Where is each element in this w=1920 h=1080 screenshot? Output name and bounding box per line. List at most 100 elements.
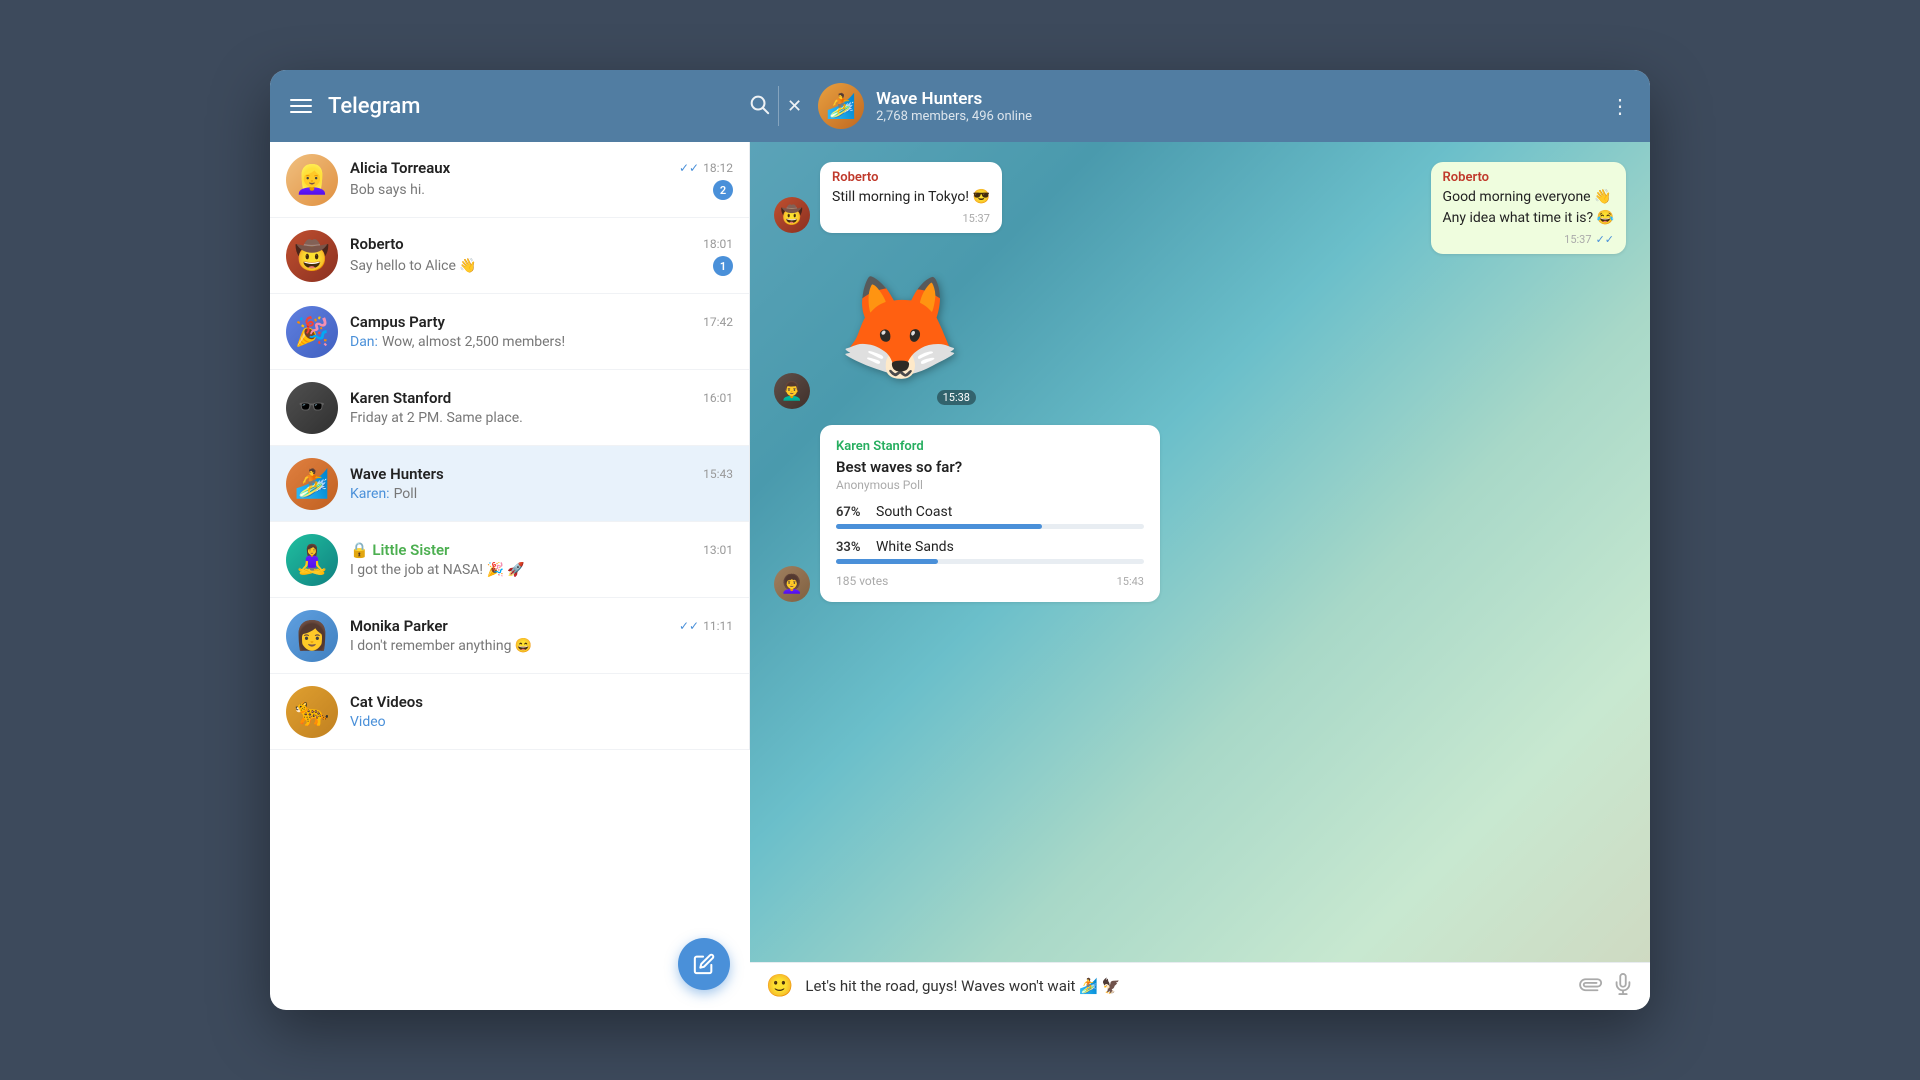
avatar-sister: 🧘‍♀️	[286, 534, 338, 586]
check-icon-alicia: ✓✓	[679, 161, 699, 175]
poll-option-2: 33% White Sands	[836, 539, 1144, 564]
chat-item-cat[interactable]: 🐆 Cat Videos Video	[270, 674, 749, 750]
chat-item-monika[interactable]: 👩 Monika Parker ✓✓ 11:11 I don't remembe…	[270, 598, 749, 674]
chat-item-sister[interactable]: 🧘‍♀️ 🔒 Little Sister 13:01 I got the job…	[270, 522, 749, 598]
more-options-icon[interactable]: ⋮	[1610, 94, 1630, 118]
chat-preview-campus: Dan: Wow, almost 2,500 members!	[350, 334, 565, 350]
chat-item-campus[interactable]: 🎉 Campus Party 17:42 Dan: Wow, almost 2,…	[270, 294, 749, 370]
chat-name-campus: Campus Party	[350, 313, 445, 331]
chat-time-sister: 13:01	[703, 543, 733, 557]
avatar-campus: 🎉	[286, 306, 338, 358]
poll-type: Anonymous Poll	[836, 478, 1144, 492]
chat-preview-cat: Video	[350, 714, 733, 730]
outgoing-checks: ✓✓	[1596, 233, 1614, 246]
avatar-karen: 🕶️	[286, 382, 338, 434]
msg-sender-1: Roberto	[832, 170, 990, 185]
chat-name-wave: Wave Hunters	[350, 465, 444, 483]
compose-button[interactable]	[678, 938, 730, 990]
outgoing-message-overlay: Roberto Good morning everyone 👋Any idea …	[1431, 162, 1626, 254]
red-panda-emoji: 🦊	[838, 279, 963, 379]
outgoing-bubble: Roberto Good morning everyone 👋Any idea …	[1431, 162, 1626, 254]
header-left: Telegram	[290, 93, 770, 120]
poll-bar-1	[836, 524, 1042, 529]
msg-avatar-sticker: 👨‍🦱	[774, 373, 810, 409]
chat-name-monika: Monika Parker	[350, 617, 448, 635]
chat-time-karen: 16:01	[703, 391, 733, 405]
chat-preview-karen: Friday at 2 PM. Same place.	[350, 410, 733, 426]
avatar-roberto: 🤠	[286, 230, 338, 282]
poll-label-1: South Coast	[876, 504, 952, 520]
app-header: Telegram ✕ 🏄 Wave Hunters 2,768 members,…	[270, 70, 1650, 142]
poll-label-2: White Sands	[876, 539, 954, 555]
outgoing-sender: Roberto	[1443, 170, 1614, 185]
chat-item-alicia[interactable]: 👱‍♀️ Alicia Torreaux ✓✓ 18:12 Bob says h…	[270, 142, 749, 218]
chat-header: 🏄 Wave Hunters 2,768 members, 496 online	[818, 83, 1610, 129]
chat-preview-monika: I don't remember anything 😄	[350, 638, 733, 654]
chat-content-monika: Monika Parker ✓✓ 11:11 I don't remember …	[350, 617, 733, 654]
poll-votes: 185 votes	[836, 574, 888, 588]
poll-pct-1: 67%	[836, 505, 868, 520]
badge-roberto: 1	[713, 256, 733, 276]
msg-avatar-karen: 👩‍🦱	[774, 566, 810, 602]
poll-sender: Karen Stanford	[836, 439, 1144, 454]
menu-icon[interactable]	[290, 99, 312, 113]
chat-item-wave[interactable]: 🏄 Wave Hunters 15:43 Karen: Poll	[270, 446, 749, 522]
avatar-monika: 👩	[286, 610, 338, 662]
chat-item-karen[interactable]: 🕶️ Karen Stanford 16:01 Friday at 2 PM. …	[270, 370, 749, 446]
chat-name-sister: 🔒 Little Sister	[350, 541, 449, 559]
sticker-time: 15:38	[937, 390, 976, 405]
chat-name-roberto: Roberto	[350, 235, 404, 253]
outgoing-text: Good morning everyone 👋Any idea what tim…	[1443, 187, 1614, 229]
chat-item-roberto[interactable]: 🤠 Roberto 18:01 Say hello to Alice 👋 1	[270, 218, 749, 294]
emoji-button[interactable]: 🙂	[766, 974, 793, 999]
chat-content-sister: 🔒 Little Sister 13:01 I got the job at N…	[350, 541, 733, 578]
message-input[interactable]: Let's hit the road, guys! Waves won't wa…	[805, 976, 1566, 997]
sticker-container: 🦊 15:38	[820, 249, 980, 409]
msg-time-1: 15:37	[963, 212, 990, 225]
chat-time-alicia: 18:12	[703, 161, 733, 175]
app-window: Telegram ✕ 🏄 Wave Hunters 2,768 members,…	[270, 70, 1650, 1010]
chat-time-roberto: 18:01	[703, 237, 733, 251]
outgoing-time: 15:37	[1564, 233, 1591, 246]
header-divider	[778, 86, 779, 126]
messages-list: 🤠 Roberto Still morning in Tokyo! 😎 15:3…	[750, 142, 1650, 962]
poll-bubble: Karen Stanford Best waves so far? Anonym…	[820, 425, 1160, 602]
chat-content-campus: Campus Party 17:42 Dan: Wow, almost 2,50…	[350, 313, 733, 350]
chat-time-monika: 11:11	[703, 619, 733, 633]
chat-area: Roberto Good morning everyone 👋Any idea …	[750, 142, 1650, 1010]
avatar-wave: 🏄	[286, 458, 338, 510]
poll-title: Best waves so far?	[836, 458, 1144, 476]
poll-option-1: 67% South Coast	[836, 504, 1144, 529]
close-icon[interactable]: ✕	[787, 96, 802, 117]
chat-header-name: Wave Hunters	[876, 89, 1610, 109]
chat-name-alicia: Alicia Torreaux	[350, 159, 450, 177]
message-bubble-1: Roberto Still morning in Tokyo! 😎 15:37	[820, 162, 1002, 233]
msg-avatar-roberto-1: 🤠	[774, 197, 810, 233]
chat-preview-wave: Karen: Poll	[350, 486, 733, 502]
app-title: Telegram	[328, 94, 732, 119]
chat-content-alicia: Alicia Torreaux ✓✓ 18:12 Bob says hi. 2	[350, 159, 733, 200]
chat-content-karen: Karen Stanford 16:01 Friday at 2 PM. Sam…	[350, 389, 733, 426]
chat-preview-alicia: Bob says hi.	[350, 182, 425, 198]
chat-input-bar: 🙂 Let's hit the road, guys! Waves won't …	[750, 962, 1650, 1010]
chat-preview-roberto: Say hello to Alice 👋	[350, 258, 477, 274]
chat-time-campus: 17:42	[703, 315, 733, 329]
attach-button[interactable]	[1572, 969, 1607, 1004]
poll-pct-2: 33%	[836, 540, 868, 555]
check-icon-monika: ✓✓	[679, 619, 699, 633]
chat-header-avatar: 🏄	[818, 83, 864, 129]
main-area: 👱‍♀️ Alicia Torreaux ✓✓ 18:12 Bob says h…	[270, 142, 1650, 1010]
message-row-poll: 👩‍🦱 Karen Stanford Best waves so far? An…	[774, 425, 1626, 602]
chat-list: 👱‍♀️ Alicia Torreaux ✓✓ 18:12 Bob says h…	[270, 142, 750, 750]
avatar-alicia: 👱‍♀️	[286, 154, 338, 206]
chat-name-karen: Karen Stanford	[350, 389, 451, 407]
chat-content-roberto: Roberto 18:01 Say hello to Alice 👋 1	[350, 235, 733, 276]
mic-button[interactable]	[1612, 973, 1634, 1000]
search-icon[interactable]	[748, 93, 770, 120]
sidebar: 👱‍♀️ Alicia Torreaux ✓✓ 18:12 Bob says h…	[270, 142, 750, 1010]
poll-bar-2	[836, 559, 938, 564]
chat-preview-sister: I got the job at NASA! 🎉 🚀	[350, 562, 733, 578]
chat-header-members: 2,768 members, 496 online	[876, 109, 1610, 124]
chat-header-info: Wave Hunters 2,768 members, 496 online	[876, 89, 1610, 124]
chat-content-wave: Wave Hunters 15:43 Karen: Poll	[350, 465, 733, 502]
